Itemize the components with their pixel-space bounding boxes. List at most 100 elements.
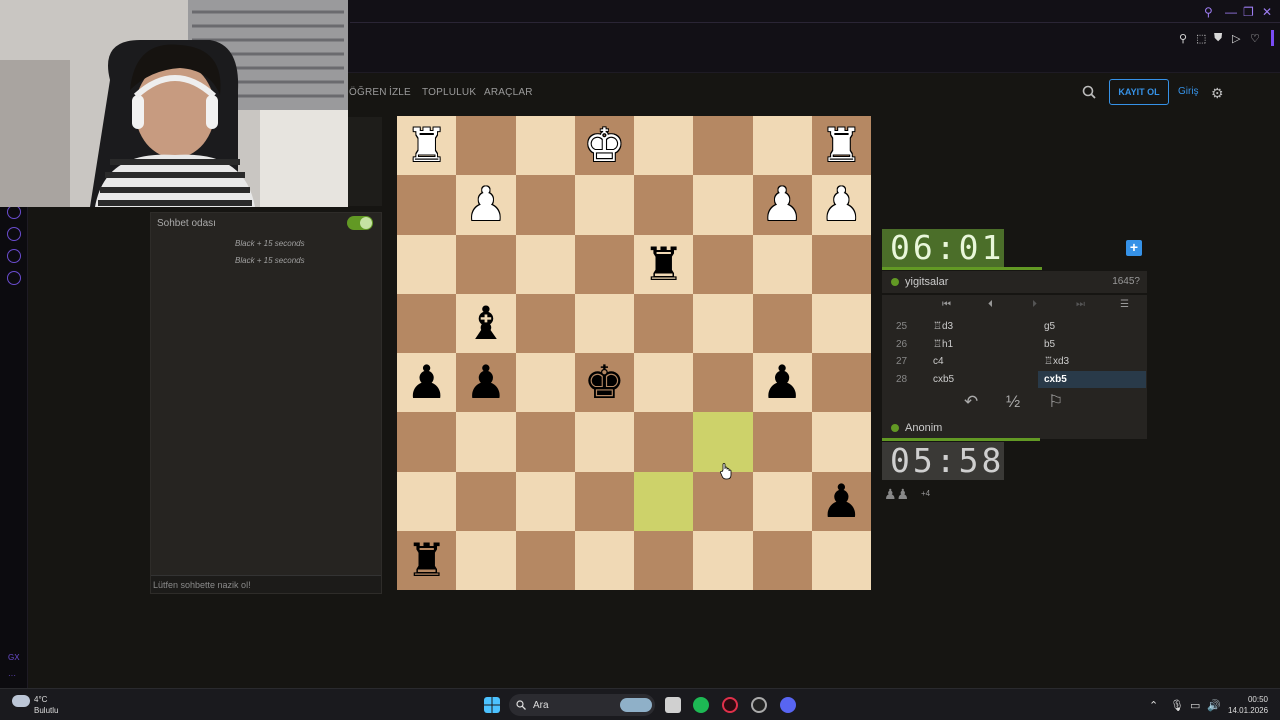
chat-toggle[interactable] [347,216,373,230]
board-square[interactable] [634,353,694,413]
chess-piece-icon[interactable]: ♜ [634,235,693,294]
board-square[interactable] [811,353,871,413]
extensions-icon[interactable] [7,249,21,263]
chess-piece-icon[interactable]: ♚ [575,353,634,412]
board-square[interactable] [397,412,457,472]
close-icon[interactable]: ✕ [1262,5,1272,19]
board-square[interactable] [752,530,812,590]
board-square[interactable] [456,116,516,176]
chess-piece-icon[interactable]: ♟ [753,175,812,234]
draw-offer-button[interactable]: ½ [1006,392,1020,412]
board-square[interactable] [811,530,871,590]
board-square[interactable] [456,412,516,472]
chess-piece-icon[interactable]: ♟ [812,175,871,234]
tray-expand-icon[interactable]: ⌃ [1149,699,1158,712]
menu-icon[interactable]: ☰ [1120,299,1129,310]
board-square[interactable] [515,116,575,176]
board-square[interactable] [515,412,575,472]
board-square[interactable] [634,116,694,176]
board-square[interactable] [456,530,516,590]
signup-button[interactable]: KAYIT OL [1109,79,1169,105]
weather-cloud-icon[interactable] [12,695,30,707]
next-move-icon[interactable]: ⏵ [1032,299,1037,310]
restore-icon[interactable]: ❐ [1243,5,1254,19]
board-square[interactable] [693,293,753,353]
board-square[interactable] [634,530,694,590]
sidebar-app-icon[interactable] [7,205,21,219]
nav-watch[interactable]: İZLE [389,87,411,98]
highlighted-square[interactable] [634,471,694,531]
chat-input[interactable]: Lütfen sohbette nazik ol! [151,575,381,593]
board-square[interactable] [574,234,634,294]
snapshot-icon[interactable]: ⬚ [1196,32,1206,45]
board-square[interactable] [693,353,753,413]
chess-piece-icon[interactable]: ♜ [812,116,871,175]
network-icon[interactable]: ▭ [1190,699,1200,712]
board-square[interactable] [574,412,634,472]
white-move[interactable]: cxb5 [933,374,954,385]
player-name[interactable]: yigitsalar [905,276,948,288]
board-square[interactable] [811,293,871,353]
pin-icon[interactable]: ⚲ [1179,32,1187,45]
resign-flag-icon[interactable]: ⚐ [1048,392,1063,412]
task-view-icon[interactable] [665,697,681,713]
board-square[interactable] [752,234,812,294]
board-square[interactable] [693,530,753,590]
black-move[interactable]: b5 [1044,339,1055,350]
white-move[interactable]: c4 [933,356,944,367]
current-move[interactable]: cxb5 [1038,370,1146,388]
chess-piece-icon[interactable]: ♟ [456,353,515,412]
board-square[interactable] [397,471,457,531]
discord-icon[interactable] [780,697,796,713]
site-search-icon[interactable] [1082,85,1096,99]
board-square[interactable] [397,293,457,353]
app-icon[interactable] [751,697,767,713]
white-move[interactable]: ♖h1 [933,339,953,350]
gear-icon[interactable]: ⚙ [1211,85,1224,102]
board-square[interactable] [574,530,634,590]
play-icon[interactable]: ▷ [1232,32,1240,45]
board-square[interactable] [752,116,812,176]
nav-tools[interactable]: ARAÇLAR [484,87,533,98]
board-square[interactable] [752,412,812,472]
taskbar-clock[interactable]: 00:50 14.01.2026 [1228,694,1268,716]
white-move[interactable]: ♖d3 [933,321,953,332]
weather-widget[interactable]: 4°C Bulutlu [34,694,58,716]
prev-move-icon[interactable]: ⏴ [988,299,993,310]
black-move[interactable]: g5 [1044,321,1055,332]
microphone-icon[interactable]: 🎙 [1170,699,1184,712]
board-square[interactable] [515,175,575,235]
board-square[interactable] [456,234,516,294]
board-square[interactable] [515,353,575,413]
chess-piece-icon[interactable]: ♚ [575,116,634,175]
nav-learn[interactable]: ÖĞREN [349,87,387,98]
add-time-button[interactable]: + [1126,240,1142,256]
chess-piece-icon[interactable]: ♜ [397,116,456,175]
board-square[interactable] [515,530,575,590]
minimize-icon[interactable]: — [1225,5,1237,19]
chess-piece-icon[interactable]: ♜ [397,531,456,590]
more-icon[interactable]: ··· [8,671,16,680]
search-icon[interactable]: ⚲ [1204,5,1213,19]
windows-start-icon[interactable] [484,697,500,713]
board-square[interactable] [752,293,812,353]
takeback-icon[interactable]: ↶ [964,392,978,412]
board-square[interactable] [574,471,634,531]
volume-icon[interactable]: 🔊 [1207,699,1221,712]
board-square[interactable] [693,175,753,235]
board-square[interactable] [811,412,871,472]
board-square[interactable] [397,175,457,235]
board-square[interactable] [693,471,753,531]
history-icon[interactable] [7,227,21,241]
board-square[interactable] [752,471,812,531]
chessboard[interactable]: 1 2 3 4 5 6 7 8 h g f e d c b a ♜ ♚ ♜ ♟ ♟ ♟ ♜ ♝ ♟ ♟ ♚ ♟ ♟ ♜ [397,116,871,590]
board-square[interactable] [515,471,575,531]
chess-piece-icon[interactable]: ♟ [456,175,515,234]
opera-gx-icon[interactable] [722,697,738,713]
board-square[interactable] [397,234,457,294]
heart-icon[interactable]: ♡ [1250,32,1260,45]
board-square[interactable] [634,175,694,235]
board-square[interactable] [811,234,871,294]
black-move[interactable]: ♖xd3 [1044,356,1069,367]
spotify-icon[interactable] [693,697,709,713]
